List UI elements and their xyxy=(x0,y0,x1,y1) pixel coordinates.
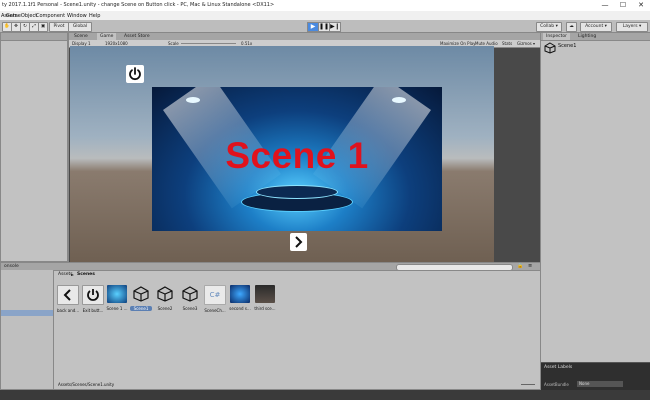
pivot-toggle[interactable]: Pivot xyxy=(49,22,69,32)
project-folder-tree xyxy=(1,270,54,389)
asset-label: SceneCh... xyxy=(204,308,226,313)
lamp-left xyxy=(186,97,200,103)
lamp-right xyxy=(392,97,406,103)
account-button[interactable]: Account ▾ xyxy=(580,22,612,32)
thumbnail-size-slider[interactable] xyxy=(521,384,535,385)
inspector-object-name: Scene1 xyxy=(558,43,577,49)
scale-slider[interactable] xyxy=(181,43,236,44)
asset-label: Scene3 xyxy=(182,306,198,311)
back-icon xyxy=(57,285,79,305)
power-icon xyxy=(82,285,104,305)
unity-icon xyxy=(131,285,151,303)
exit-button[interactable] xyxy=(126,65,144,83)
layers-button[interactable]: Layers ▾ xyxy=(616,22,648,32)
breadcrumb-separator: ► xyxy=(71,272,75,277)
asset-label: Scene2 xyxy=(157,306,173,311)
scene-title: Scene 1 xyxy=(225,135,369,176)
tab-scene[interactable]: Scene xyxy=(71,33,91,40)
power-icon xyxy=(129,67,141,81)
rect-tool-button[interactable]: ▣ xyxy=(38,22,48,32)
project-search-input[interactable] xyxy=(396,264,513,271)
project-tabstrip: onsole 🔒 ≡ xyxy=(1,263,540,271)
asset-label-selected: Scene1 xyxy=(130,306,152,311)
asset-item[interactable]: Scene1 xyxy=(130,285,152,311)
tab-game[interactable]: Game xyxy=(97,33,117,40)
unity-scene-icon xyxy=(544,42,556,54)
inspector-tabstrip: Inspector Lighting xyxy=(541,33,650,41)
stats-toggle[interactable]: Stats xyxy=(502,41,512,46)
project-panel: onsole 🔒 ≡ Assets ► Scenes Assets/Scenes… xyxy=(0,262,541,390)
assetbundle-dropdown[interactable]: None xyxy=(577,381,623,387)
window-title: ty 2017.1.1f1 Personal - Scene1.unity - … xyxy=(2,2,275,8)
asset-label: back and... xyxy=(57,308,80,313)
inspector-panel: Inspector Lighting Scene1 xyxy=(540,32,650,364)
asset-item[interactable]: C# SceneCh... xyxy=(204,285,226,313)
menu-help[interactable]: Help xyxy=(89,13,100,19)
cloud-icon[interactable]: ☁ xyxy=(566,22,577,32)
selected-asset-path: Assets/Scenes/Scene1.unity xyxy=(58,382,115,387)
tab-lighting[interactable]: Lighting xyxy=(575,33,599,40)
asset-item[interactable]: Scene 1 ... xyxy=(106,285,128,311)
stage-top xyxy=(256,185,338,199)
tab-asset-store[interactable]: Asset Store xyxy=(121,33,153,40)
cs-icon: C# xyxy=(204,285,226,305)
hierarchy-panel xyxy=(0,32,68,262)
image-thumbnail xyxy=(230,285,250,303)
asset-item[interactable]: Scene2 xyxy=(154,285,176,311)
asset-label: third sce... xyxy=(254,306,276,311)
minimize-button[interactable]: — xyxy=(596,0,614,11)
global-toggle[interactable]: Global xyxy=(68,22,92,32)
menu-window[interactable]: Window xyxy=(67,13,87,19)
asset-item[interactable]: Scene3 xyxy=(179,285,201,311)
folder-tree-selection[interactable] xyxy=(1,310,53,316)
asset-labels-title: Asset Labels xyxy=(544,365,573,370)
asset-item[interactable]: Exit butt... xyxy=(82,285,104,313)
hierarchy-tabstrip xyxy=(1,33,67,41)
tab-console[interactable]: onsole xyxy=(1,263,22,270)
next-scene-button[interactable] xyxy=(290,233,307,251)
step-button[interactable]: ▶❙ xyxy=(329,22,341,32)
menu-component[interactable]: Component xyxy=(36,13,65,19)
asset-item[interactable]: back and... xyxy=(57,285,79,313)
menu-bar: Assets GameObject Component Window Help xyxy=(0,11,650,20)
asset-item[interactable]: third sce... xyxy=(254,285,276,311)
asset-label: second s... xyxy=(229,306,251,311)
gizmos-dropdown[interactable]: Gizmos ▾ xyxy=(517,41,535,46)
assetbundle-label: AssetBundle xyxy=(544,382,569,387)
status-bar xyxy=(0,390,650,400)
scene-poster-image: Scene 1 xyxy=(152,87,442,231)
asset-item[interactable]: second s... xyxy=(229,285,251,311)
maximize-button[interactable]: ☐ xyxy=(614,0,632,11)
asset-label: Exit butt... xyxy=(82,308,104,313)
asset-label: Scene 1 ... xyxy=(106,306,128,311)
breadcrumb-folder[interactable]: Scenes xyxy=(77,272,95,277)
unity-icon xyxy=(180,285,200,303)
close-button[interactable]: ✕ xyxy=(632,0,650,11)
collab-button[interactable]: Collab ▾ xyxy=(536,22,562,32)
menu-gameobject[interactable]: GameObject xyxy=(6,13,37,19)
unity-icon xyxy=(155,285,175,303)
menu-icon[interactable]: ≡ xyxy=(528,263,532,269)
image-thumbnail xyxy=(107,285,127,303)
tab-inspector[interactable]: Inspector xyxy=(543,33,570,40)
lock-icon[interactable]: 🔒 xyxy=(517,263,523,269)
chevron-right-icon xyxy=(295,236,303,248)
image-thumbnail xyxy=(255,285,275,303)
